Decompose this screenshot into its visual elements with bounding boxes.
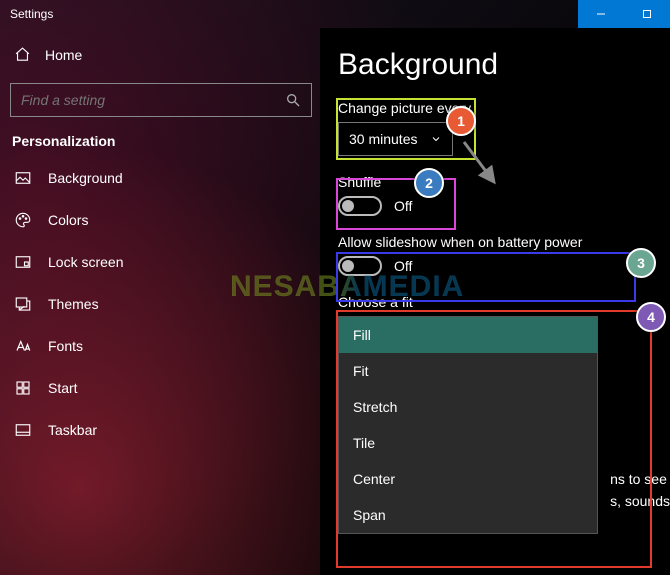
nav-label: Start [48,380,78,396]
change-interval-group: Change picture every 30 minutes [338,100,652,156]
titlebar: Settings [0,0,670,28]
home-link[interactable]: Home [10,38,320,71]
taskbar-icon [14,421,32,439]
shuffle-toggle[interactable] [338,196,382,216]
maximize-button[interactable] [624,0,670,28]
sidebar-item-background[interactable]: Background [10,157,320,199]
battery-label: Allow slideshow when on battery power [338,234,652,250]
category-heading: Personalization [12,133,320,149]
nav-label: Taskbar [48,422,97,438]
window-controls [578,0,670,28]
themes-icon [14,295,32,313]
nav-list: Background Colors Lock screen Themes Fon… [10,157,320,451]
nav-label: Colors [48,212,88,228]
search-input[interactable] [21,92,285,108]
image-icon [14,169,32,187]
lockscreen-icon [14,253,32,271]
search-icon [285,92,301,108]
fit-group: Choose a fit Fill Fit Stretch Tile Cente… [338,294,652,534]
window-title: Settings [10,7,53,21]
fit-dropdown-open[interactable]: Fill Fit Stretch Tile Center Span [338,316,598,534]
shuffle-group: Shuffle Off [338,174,652,216]
start-icon [14,379,32,397]
shuffle-label: Shuffle [338,174,652,190]
sidebar-item-taskbar[interactable]: Taskbar [10,409,320,451]
search-box[interactable] [10,83,312,117]
dropdown-value: 30 minutes [349,131,417,147]
fonts-icon [14,337,32,355]
home-label: Home [45,47,82,63]
nav-label: Fonts [48,338,83,354]
watermark: NESABAMEDIA [230,270,464,304]
fit-option-fill[interactable]: Fill [339,317,597,353]
palette-icon [14,211,32,229]
fit-option-center[interactable]: Center [339,461,597,497]
page-title: Background [338,48,652,82]
truncated-text: ns to see s, sounds [610,468,670,513]
fit-option-stretch[interactable]: Stretch [339,389,597,425]
fit-option-tile[interactable]: Tile [339,425,597,461]
fit-option-span[interactable]: Span [339,497,597,533]
home-icon [14,46,31,63]
change-interval-label: Change picture every [338,100,652,116]
nav-label: Themes [48,296,99,312]
nav-label: Lock screen [48,254,123,270]
fit-option-fit[interactable]: Fit [339,353,597,389]
sidebar-item-fonts[interactable]: Fonts [10,325,320,367]
shuffle-value: Off [394,198,412,214]
nav-label: Background [48,170,123,186]
sidebar-item-start[interactable]: Start [10,367,320,409]
change-interval-dropdown[interactable]: 30 minutes [338,122,453,156]
sidebar-item-colors[interactable]: Colors [10,199,320,241]
minimize-button[interactable] [578,0,624,28]
chevron-down-icon [430,133,442,145]
